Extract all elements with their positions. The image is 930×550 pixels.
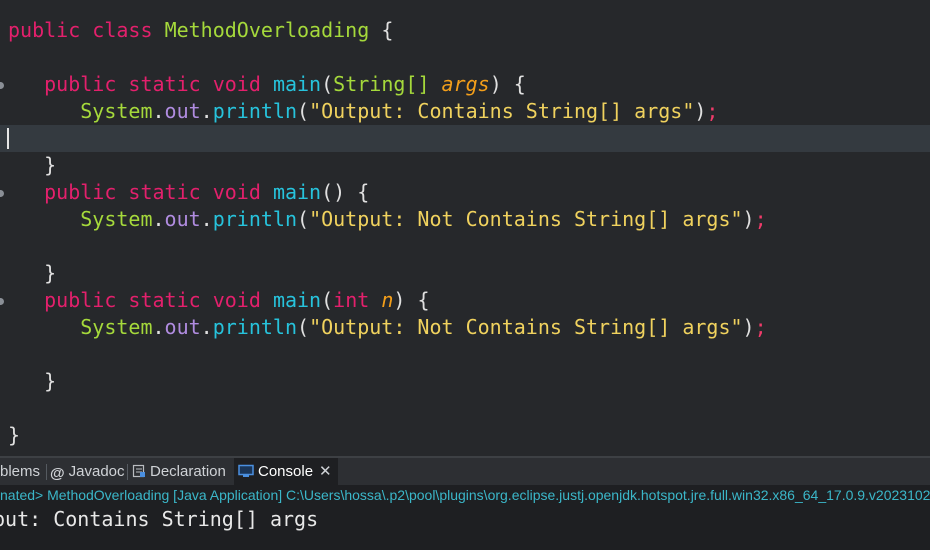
system-class: System	[80, 315, 153, 339]
paren-open: (	[297, 99, 310, 123]
keyword-public: public	[44, 180, 117, 204]
dot: .	[152, 315, 165, 339]
dot: .	[152, 99, 165, 123]
dot: .	[200, 99, 213, 123]
fold-marker-icon[interactable]	[0, 298, 4, 305]
keyword-void: void	[212, 72, 261, 96]
keyword-public: public	[8, 18, 81, 42]
fold-marker-icon[interactable]	[0, 190, 4, 197]
semicolon: ;	[754, 315, 767, 339]
keyword-static: static	[128, 288, 201, 312]
field-out: out	[164, 315, 201, 339]
method-println: println	[212, 315, 298, 339]
string-literal: "Output: Not Contains String[] args"	[309, 207, 743, 231]
system-class: System	[80, 207, 153, 231]
code-line-class-declaration: public class MethodOverloading {	[0, 17, 930, 44]
paren-close: )	[742, 207, 755, 231]
console-launch-description: nated> MethodOverloading [Java Applicati…	[0, 485, 930, 506]
keyword-void: void	[212, 288, 261, 312]
semicolon: ;	[754, 207, 767, 231]
console-icon	[238, 460, 254, 487]
tab-declaration[interactable]: Declaration	[132, 458, 226, 485]
bottom-panel-tabs: blems @ Javadoc Declaration Console ✕	[0, 458, 930, 485]
keyword-class: class	[92, 18, 153, 42]
tab-javadoc[interactable]: @ Javadoc	[50, 458, 125, 485]
param-type: int	[333, 288, 370, 312]
tab-problems[interactable]: blems	[0, 458, 40, 485]
code-line-println-1: System.out.println("Output: Contains Str…	[0, 98, 930, 125]
dot: .	[152, 207, 165, 231]
method-name: main	[272, 72, 322, 96]
code-line-close-brace: }	[0, 368, 930, 395]
paren-close: )	[393, 288, 406, 312]
close-brace: }	[8, 423, 21, 447]
field-out: out	[164, 99, 201, 123]
code-line-main-int-n: public static void main(int n) {	[0, 287, 930, 314]
at-sign-icon: @	[50, 465, 65, 482]
string-literal: "Output: Not Contains String[] args"	[309, 315, 743, 339]
close-icon[interactable]: ✕	[319, 463, 332, 480]
code-line-close-brace: }	[0, 152, 930, 179]
open-brace: {	[381, 18, 394, 42]
paren-open: (	[297, 315, 310, 339]
text-caret	[7, 128, 9, 149]
code-line-main-no-args: public static void main() {	[0, 179, 930, 206]
keyword-void: void	[212, 180, 261, 204]
method-name: main	[272, 288, 322, 312]
open-brace: {	[417, 288, 430, 312]
semicolon: ;	[706, 99, 719, 123]
tab-console-label: Console	[258, 463, 314, 480]
close-brace: }	[44, 369, 57, 393]
tab-separator	[127, 464, 128, 480]
open-brace: {	[513, 72, 526, 96]
tab-javadoc-label: Javadoc	[68, 463, 125, 480]
tab-problems-label: blems	[0, 463, 41, 480]
keyword-static: static	[128, 180, 201, 204]
close-brace: }	[44, 261, 57, 285]
tab-console[interactable]: Console ✕	[234, 458, 338, 485]
code-editor[interactable]: public class MethodOverloading { public …	[0, 0, 930, 456]
paren-close: )	[694, 99, 707, 123]
code-line-class-close: }	[0, 422, 930, 449]
method-println: println	[212, 207, 298, 231]
code-line-current[interactable]	[0, 125, 930, 152]
paren-close: )	[742, 315, 755, 339]
tab-declaration-label: Declaration	[150, 463, 226, 480]
close-brace: }	[44, 153, 57, 177]
method-name: main	[272, 180, 322, 204]
paren-open: (	[297, 207, 310, 231]
keyword-public: public	[44, 72, 117, 96]
console-output-area[interactable]: put: Contains String[] args	[0, 506, 930, 550]
paren-open: (	[321, 72, 334, 96]
keyword-public: public	[44, 288, 117, 312]
dot: .	[200, 207, 213, 231]
console-output-text: put: Contains String[] args	[0, 507, 319, 531]
code-line-close-brace: }	[0, 260, 930, 287]
tab-separator	[46, 464, 47, 480]
param-type: String[]	[333, 72, 430, 96]
system-class: System	[80, 99, 153, 123]
open-brace: {	[357, 180, 370, 204]
field-out: out	[164, 207, 201, 231]
code-line-println-3: System.out.println("Output: Not Contains…	[0, 314, 930, 341]
keyword-static: static	[128, 72, 201, 96]
class-name: MethodOverloading	[164, 18, 370, 42]
param-name: args	[441, 72, 490, 96]
parens: ()	[321, 180, 346, 204]
dot: .	[200, 315, 213, 339]
string-literal: "Output: Contains String[] args"	[309, 99, 695, 123]
param-name: n	[381, 288, 394, 312]
code-line-main-string-args: public static void main(String[] args) {	[0, 71, 930, 98]
method-println: println	[212, 99, 298, 123]
fold-marker-icon[interactable]	[0, 82, 4, 89]
declaration-icon	[132, 460, 146, 487]
paren-close: )	[489, 72, 502, 96]
paren-open: (	[321, 288, 334, 312]
code-line-println-2: System.out.println("Output: Not Contains…	[0, 206, 930, 233]
